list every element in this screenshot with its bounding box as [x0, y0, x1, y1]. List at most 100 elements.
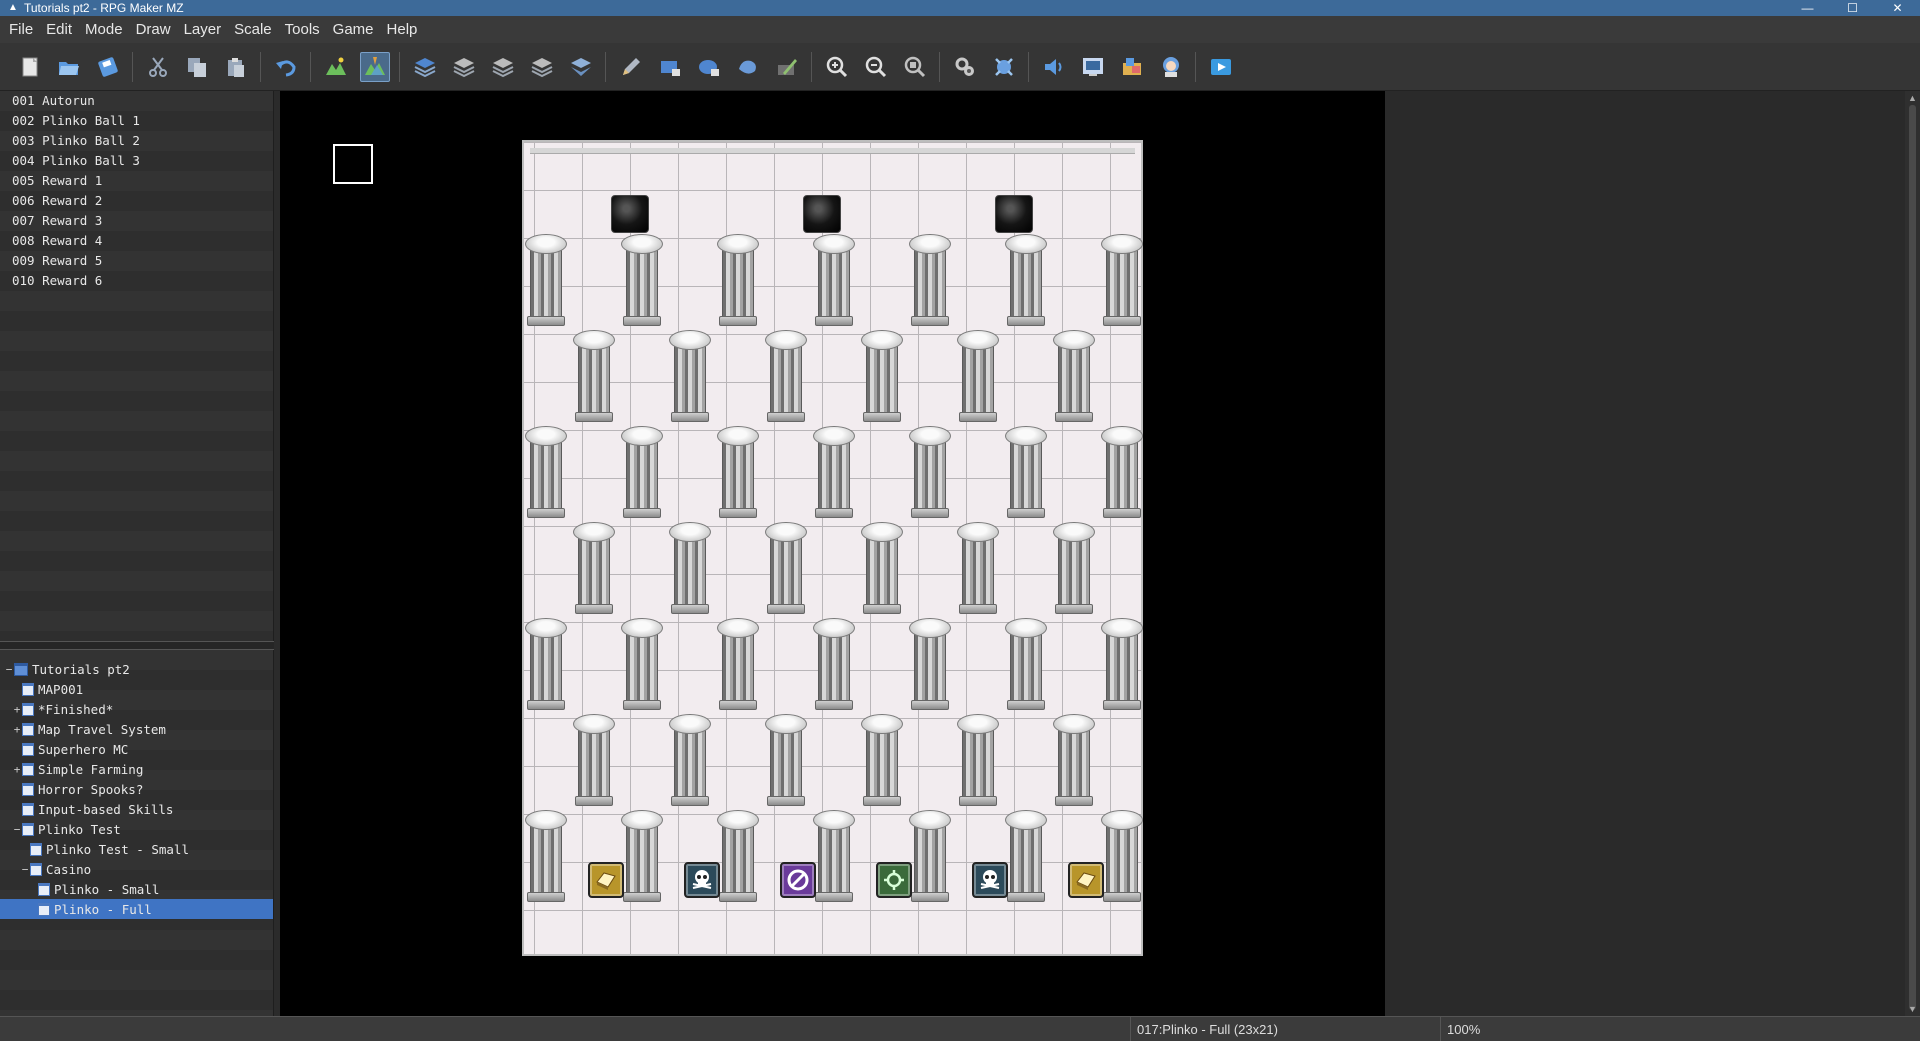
map-tree-item[interactable]: + *Finished*: [0, 699, 273, 719]
flood-fill-button[interactable]: [733, 52, 763, 82]
minimize-button[interactable]: —: [1785, 1, 1830, 15]
reward-tile[interactable]: [972, 862, 1008, 898]
pillar-peg: [1005, 618, 1047, 712]
collapse-icon[interactable]: −: [12, 823, 22, 836]
event-list-item[interactable]: 007 Reward 3: [0, 211, 273, 231]
map-tree-label: MAP001: [38, 681, 84, 697]
save-project-button[interactable]: [93, 52, 123, 82]
map-icon: [22, 802, 34, 816]
event-list-item[interactable]: 004 Plinko Ball 3: [0, 151, 273, 171]
map-tree-item[interactable]: Plinko Test - Small: [0, 839, 273, 859]
expand-icon[interactable]: +: [12, 723, 22, 736]
menu-file[interactable]: File: [4, 21, 38, 38]
open-project-button[interactable]: [54, 52, 84, 82]
plinko-ball[interactable]: [611, 195, 649, 233]
plinko-ball[interactable]: [995, 195, 1033, 233]
map-canvas-empty-area: [1385, 91, 1905, 1016]
pillar-peg: [621, 618, 663, 712]
plinko-ball[interactable]: [803, 195, 841, 233]
map-tree-item[interactable]: − Plinko Test: [0, 819, 273, 839]
map-tree-item[interactable]: + Simple Farming: [0, 759, 273, 779]
menu-layer[interactable]: Layer: [179, 21, 227, 38]
reward-tile[interactable]: [588, 862, 624, 898]
layer-auto-button[interactable]: [566, 52, 596, 82]
layer-4-button[interactable]: [527, 52, 557, 82]
event-list-item[interactable]: 009 Reward 5: [0, 251, 273, 271]
map-tree-item[interactable]: Plinko - Full: [0, 899, 273, 919]
ellipse-button[interactable]: [694, 52, 724, 82]
pillar-peg: [1053, 330, 1095, 424]
reward-tile[interactable]: [780, 862, 816, 898]
scroll-down-icon[interactable]: ▼: [1908, 1004, 1917, 1014]
panel-splitter[interactable]: [0, 641, 274, 650]
shadow-pen-button[interactable]: [772, 52, 802, 82]
zoom-actual-button[interactable]: [900, 52, 930, 82]
pencil-button[interactable]: [616, 52, 646, 82]
map-canvas[interactable]: [280, 91, 1385, 1016]
map-tree-item[interactable]: Input-based Skills: [0, 799, 273, 819]
new-project-icon: [22, 57, 38, 76]
menu-help[interactable]: Help: [382, 21, 423, 38]
sound-test-button[interactable]: [1039, 52, 1069, 82]
expand-icon[interactable]: +: [12, 763, 22, 776]
map-tree-item[interactable]: Superhero MC: [0, 739, 273, 759]
event-mode-button[interactable]: [360, 51, 390, 82]
close-button[interactable]: ✕: [1875, 1, 1920, 15]
cut-button[interactable]: [143, 52, 173, 82]
map-tree-item[interactable]: − Casino: [0, 859, 273, 879]
reward-tile[interactable]: [684, 862, 720, 898]
map-tree-item[interactable]: + Map Travel System: [0, 719, 273, 739]
layer-3-button[interactable]: [488, 52, 518, 82]
maximize-button[interactable]: ☐: [1830, 1, 1875, 15]
menu-game[interactable]: Game: [328, 21, 379, 38]
zoom-out-button[interactable]: [861, 52, 891, 82]
pillar-peg: [1101, 618, 1143, 712]
map-tree-item[interactable]: − Tutorials pt2: [0, 659, 273, 679]
map-mode-button[interactable]: [321, 52, 351, 82]
map-tree-item[interactable]: MAP001: [0, 679, 273, 699]
menu-mode[interactable]: Mode: [80, 21, 128, 38]
plugin-manager-button[interactable]: [989, 52, 1019, 82]
map-tree-item[interactable]: Horror Spooks?: [0, 779, 273, 799]
collapse-icon[interactable]: −: [20, 863, 30, 876]
event-list-item[interactable]: 002 Plinko Ball 1: [0, 111, 273, 131]
paste-button[interactable]: [221, 52, 251, 82]
plinko-board: [522, 140, 1143, 956]
event-list-item[interactable]: 006 Reward 2: [0, 191, 273, 211]
pillar-peg: [717, 426, 759, 520]
layer-1-button[interactable]: [410, 52, 440, 82]
character-generator-button[interactable]: [1156, 52, 1186, 82]
event-list-item[interactable]: 001 Autorun: [0, 91, 273, 111]
layer-2-button[interactable]: [449, 52, 479, 82]
scrollbar-thumb[interactable]: [1909, 105, 1916, 1010]
resource-manager-button[interactable]: [1117, 52, 1147, 82]
vertical-scrollbar[interactable]: ▲ ▼: [1905, 91, 1920, 1016]
status-map-info: 017:Plinko - Full (23x21): [1130, 1017, 1440, 1041]
reward-tile[interactable]: [1068, 862, 1104, 898]
undo-button[interactable]: [271, 52, 301, 82]
database-button[interactable]: [950, 52, 980, 82]
event-list-item[interactable]: 003 Plinko Ball 2: [0, 131, 273, 151]
reward-tile[interactable]: [876, 862, 912, 898]
event-list-item[interactable]: 010 Reward 6: [0, 271, 273, 291]
map-tree-item[interactable]: Plinko - Small: [0, 879, 273, 899]
event-searcher-button[interactable]: [1078, 52, 1108, 82]
copy-button[interactable]: [182, 52, 212, 82]
rectangle-button[interactable]: [655, 52, 685, 82]
event-list-item[interactable]: 005 Reward 1: [0, 171, 273, 191]
map-icon: [22, 762, 34, 776]
scroll-up-icon[interactable]: ▲: [1908, 93, 1917, 103]
new-project-button[interactable]: [15, 52, 45, 82]
menu-tools[interactable]: Tools: [280, 21, 325, 38]
menu-draw[interactable]: Draw: [131, 21, 176, 38]
collapse-icon[interactable]: −: [4, 663, 14, 676]
zoom-in-icon: [826, 56, 848, 77]
pillar-peg: [1005, 810, 1047, 904]
menu-scale[interactable]: Scale: [229, 21, 277, 38]
event-list-item[interactable]: 008 Reward 4: [0, 231, 273, 251]
menu-edit[interactable]: Edit: [41, 21, 77, 38]
zoom-in-button[interactable]: [822, 52, 852, 82]
toolbar-separator: [811, 51, 812, 82]
playtest-button[interactable]: [1206, 52, 1236, 82]
expand-icon[interactable]: +: [12, 703, 22, 716]
